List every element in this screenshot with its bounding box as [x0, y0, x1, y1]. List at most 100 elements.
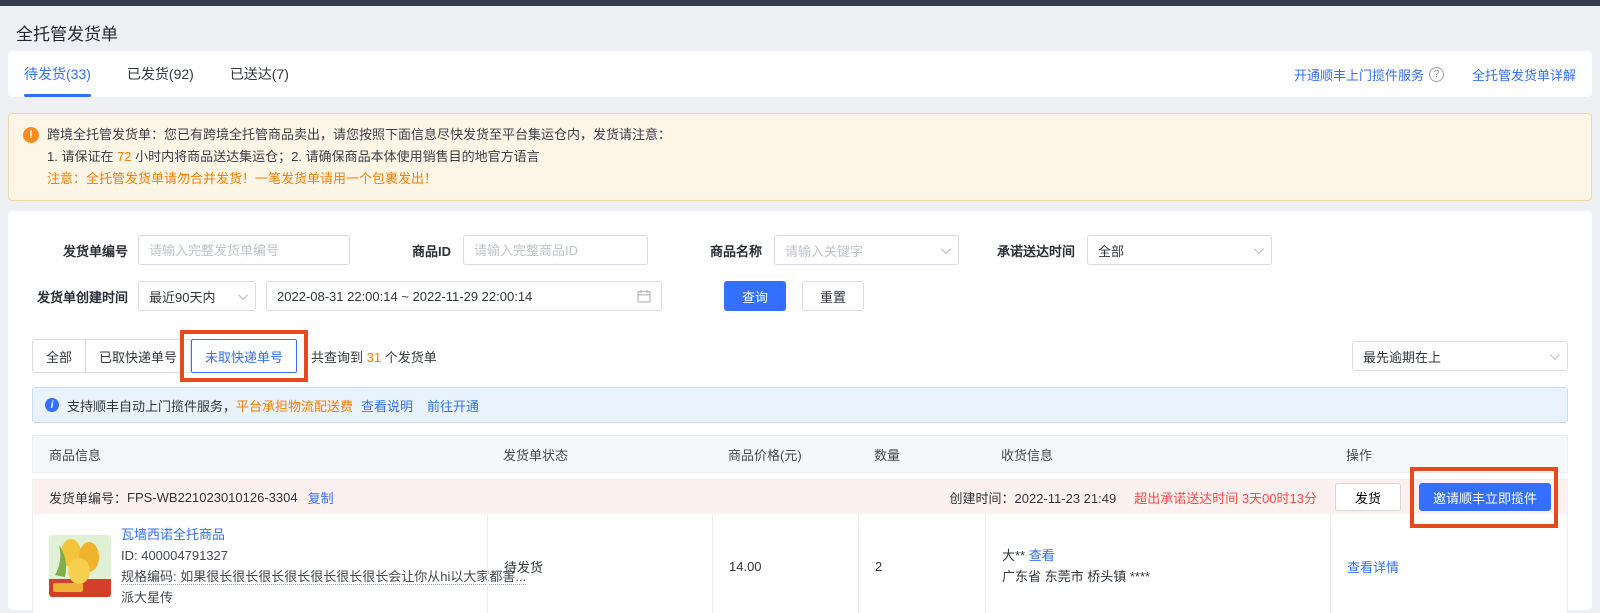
chevron-down-icon — [1254, 243, 1264, 254]
col-quantity: 数量 — [874, 447, 901, 463]
col-receiver-info: 收货信息 — [1001, 447, 1054, 463]
order-group: 发货单编号： FPS-WB221023010126-3304 复制 创建时间：2… — [32, 467, 1568, 613]
filter-unpicked-waybill-button[interactable]: 未取快递单号 — [191, 339, 298, 373]
product-id-input[interactable] — [474, 242, 638, 258]
tab-shipped-label: 已发货(92) — [126, 66, 194, 82]
notice-line-2-highlight: 72 — [117, 149, 132, 164]
actions-cell: 查看详情 — [1330, 514, 1567, 613]
table-header: 商品信息 发货单状态 商品价格(元) 数量 收货信息 操作 — [32, 435, 1568, 473]
promise-time-select[interactable]: 全部 — [1087, 235, 1273, 265]
product-name-select[interactable]: 请输入关键字 — [774, 235, 960, 265]
order-created-value: 2022-11-23 21:49 — [1014, 490, 1117, 506]
product-spec-text: 规格编码: 如果很长很长很长很长很长很长很长会让你从hi以大家都害... — [121, 569, 527, 585]
receiver-cell: 大** 查看 广东省 东莞市 桥头镇 **** — [985, 514, 1330, 613]
product-id-input-wrap — [463, 235, 649, 265]
waybill-filter-group: 全部 已取快递单号 未取快递单号 — [32, 330, 309, 382]
search-button[interactable]: 查询 — [724, 281, 787, 311]
tab-pending-ship-label: 待发货(33) — [24, 66, 91, 82]
promise-time-label: 承诺送达时间 — [997, 243, 1076, 259]
main-card: 发货单编号 商品ID 商品名称 请输入关键字 承诺送达时间 全部 发货单创建时间… — [8, 211, 1592, 613]
open-sf-pickup-service-label: 开通顺丰上门揽件服务 — [1293, 67, 1424, 83]
col-product-info: 商品信息 — [49, 447, 102, 463]
price-value: 14.00 — [729, 558, 762, 574]
product-row: 瓦墙西诺全托商品 ID: 400004791327 规格编码: 如果很长很长很长… — [33, 514, 1567, 613]
notice-line-1: 跨境全托管发货单：您已有跨境全托管商品卖出，请您按照下面信息尽快发货至平台集运仓… — [47, 127, 672, 142]
chevron-down-icon — [237, 289, 248, 300]
create-time-preset-select[interactable]: 最近90天内 — [138, 281, 256, 311]
tab-shipped[interactable]: 已发货(92) — [127, 51, 194, 97]
ship-button[interactable]: 发货 — [1334, 483, 1401, 511]
view-receiver-link[interactable]: 查看 — [1029, 548, 1055, 563]
warning-icon: ! — [23, 127, 39, 143]
shipment-status-value: 待发货 — [504, 559, 544, 575]
reset-button[interactable]: 重置 — [802, 281, 865, 311]
open-sf-pickup-service-link[interactable]: 开通顺丰上门揽件服务 ? — [1294, 65, 1444, 84]
product-id-text: ID: 400004791327 — [121, 548, 228, 563]
order-header-right: 创建时间：2022-11-23 21:49 超出承诺送达时间 3天00时13分 … — [950, 467, 1558, 528]
warning-notice-box: ! 跨境全托管发货单：您已有跨境全托管商品卖出，请您按照下面信息尽快发货至平台集… — [8, 113, 1592, 201]
chevron-down-icon — [1549, 349, 1560, 360]
sf-pickup-banner: i 支持顺丰自动上门揽件服务， 平台承担物流配送费 查看说明 前往开通 — [32, 387, 1568, 423]
sf-banner-highlight: 平台承担物流配送费 — [236, 398, 354, 414]
view-details-link[interactable]: 查看详情 — [1347, 557, 1399, 576]
product-meta: 瓦墙西诺全托商品 ID: 400004791327 规格编码: 如果很长很长很长… — [121, 524, 527, 608]
notice-line-2: 1. 请保证在 72 小时内将商品送达集运仓；2. 请确保商品本体使用销售目的地… — [47, 146, 671, 168]
result-count-post: 个发货单 — [381, 349, 437, 365]
copy-order-no-link[interactable]: 复制 — [308, 488, 334, 507]
product-name-label: 商品名称 — [710, 243, 763, 259]
notice-text: 跨境全托管发货单：您已有跨境全托管商品卖出，请您按照下面信息尽快发货至平台集运仓… — [47, 124, 671, 190]
header-links: 开通顺丰上门揽件服务 ? 全托管发货单详解 — [1294, 65, 1576, 84]
product-extra-text: 派大星传 — [121, 590, 174, 605]
tab-strip: 待发货(33) 已发货(92) 已送达(7) 开通顺丰上门揽件服务 ? 全托管发… — [8, 51, 1592, 97]
create-time-range-picker[interactable]: 2022-08-31 22:00:14 ~ 2022-11-29 22:00:1… — [266, 281, 662, 311]
filter-row: 全部 已取快递单号 未取快递单号 共查询到 31 个发货单 最先逾期在上 — [32, 330, 1568, 382]
shipment-guide-link[interactable]: 全托管发货单详解 — [1472, 65, 1576, 84]
search-form-row-1: 发货单编号 商品ID 商品名称 请输入关键字 承诺送达时间 全部 — [32, 235, 1568, 265]
create-time-preset-value: 最近90天内 — [149, 289, 216, 305]
shipment-no-input-wrap — [138, 235, 350, 265]
product-thumbnail[interactable] — [49, 535, 111, 597]
sort-select[interactable]: 最先逾期在上 — [1352, 341, 1568, 371]
active-tab-underline — [24, 94, 91, 97]
sort-select-value: 最先逾期在上 — [1363, 349, 1442, 365]
filter-all-button[interactable]: 全部 — [32, 339, 87, 373]
product-info-cell: 瓦墙西诺全托商品 ID: 400004791327 规格编码: 如果很长很长很长… — [33, 514, 527, 613]
order-created-time: 创建时间：2022-11-23 21:49 — [950, 488, 1117, 507]
go-activate-link[interactable]: 前往开通 — [427, 396, 479, 415]
order-header-row: 发货单编号： FPS-WB221023010126-3304 复制 创建时间：2… — [33, 467, 1567, 528]
shipment-guide-label: 全托管发货单详解 — [1471, 67, 1576, 83]
col-shipment-status: 发货单状态 — [503, 447, 569, 463]
tab-pending-ship[interactable]: 待发货(33) — [24, 51, 91, 97]
price-cell: 14.00 — [712, 514, 858, 613]
receiver-info: 大** 查看 广东省 东莞市 桥头镇 **** — [1002, 545, 1150, 587]
page-title: 全托管发货单 — [16, 25, 118, 44]
tab-delivered-label: 已送达(7) — [229, 66, 289, 82]
info-icon: i — [45, 398, 59, 412]
tab-delivered[interactable]: 已送达(7) — [230, 51, 289, 97]
quantity-cell: 2 — [858, 514, 985, 613]
shipment-no-input[interactable] — [149, 242, 339, 258]
promise-time-value: 全部 — [1098, 243, 1125, 259]
notice-line-3: 注意：全托管发货单请勿合并发货！一笔发货单请用一个包裹发出！ — [47, 171, 438, 186]
notice-line-2-post: 小时内将商品送达集运仓；2. 请确保商品本体使用销售目的地官方语言 — [131, 149, 540, 164]
receiver-address: 广东省 东莞市 桥头镇 **** — [1002, 569, 1151, 584]
shipment-no-label: 发货单编号 — [62, 243, 128, 259]
result-count-text: 共查询到 31 个发货单 — [311, 347, 437, 366]
result-count-pre: 共查询到 — [311, 349, 367, 365]
notice-line-2-pre: 1. 请保证在 — [47, 149, 118, 164]
shipment-status-cell: 待发货 — [487, 514, 712, 613]
product-id-label: 商品ID — [412, 243, 452, 259]
view-instructions-link[interactable]: 查看说明 — [361, 396, 413, 415]
filter-picked-waybill-button[interactable]: 已取快递单号 — [85, 339, 192, 373]
search-form-row-2: 发货单创建时间 最近90天内 2022-08-31 22:00:14 ~ 202… — [32, 281, 1568, 311]
invite-sf-pickup-button[interactable]: 邀请顺丰立即揽件 — [1418, 483, 1551, 511]
filter-unpicked-wrap: 未取快递单号 — [180, 330, 309, 382]
overdue-warning-text: 超出承诺送达时间 3天00时13分 — [1134, 490, 1317, 506]
product-name-select-placeholder: 请输入关键字 — [785, 243, 864, 259]
status-tabs: 待发货(33) 已发货(92) 已送达(7) — [24, 51, 289, 97]
product-name-link[interactable]: 瓦墙西诺全托商品 — [121, 524, 475, 545]
help-circle-icon[interactable]: ? — [1428, 66, 1444, 82]
order-no-value: FPS-WB221023010126-3304 — [127, 489, 298, 505]
create-time-range-value: 2022-08-31 22:00:14 ~ 2022-11-29 22:00:1… — [277, 288, 533, 304]
col-price: 商品价格(元) — [728, 447, 802, 463]
